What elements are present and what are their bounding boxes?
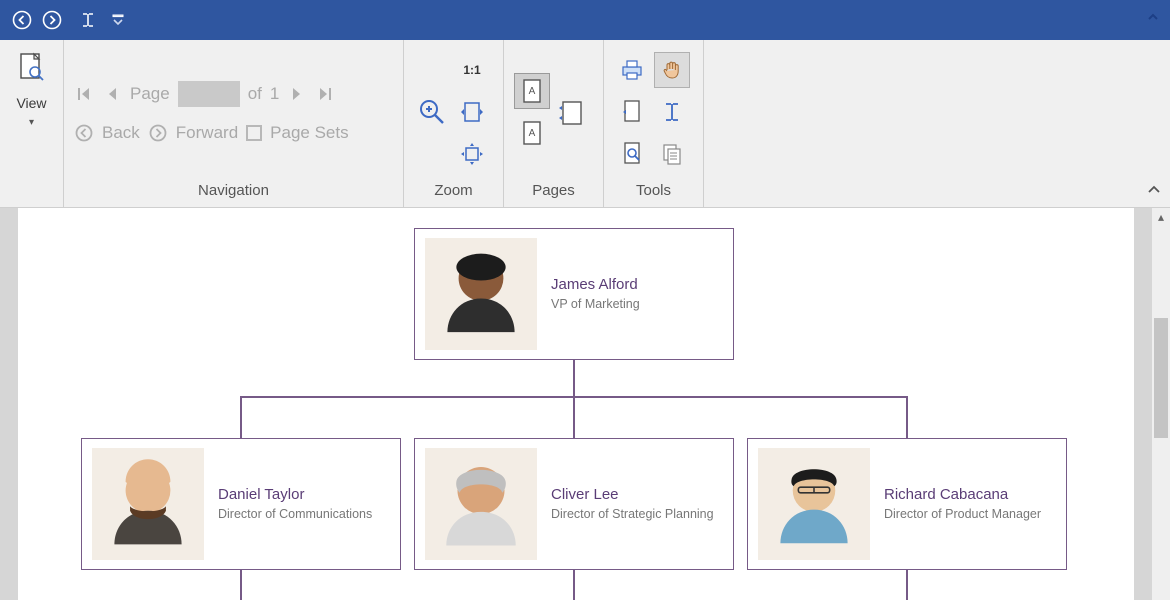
- pan-tool-button[interactable]: [654, 52, 690, 88]
- scroll-thumb[interactable]: [1154, 318, 1168, 438]
- group-label-tools: Tools: [614, 178, 693, 205]
- page-sets-checkbox[interactable]: [246, 125, 262, 141]
- nav-forward-icon[interactable]: [38, 6, 66, 34]
- connector: [906, 396, 908, 438]
- back-label[interactable]: Back: [102, 123, 140, 143]
- continuous-page-button[interactable]: A: [514, 115, 550, 151]
- single-page-button[interactable]: A: [514, 73, 550, 109]
- person-name: Richard Cabacana: [884, 486, 1041, 503]
- zoom-100-button[interactable]: 1:1: [454, 52, 490, 88]
- canvas[interactable]: James Alford VP of Marketing Daniel Tayl…: [18, 208, 1134, 600]
- forward-label[interactable]: Forward: [176, 123, 238, 143]
- connector: [573, 360, 575, 396]
- org-node-child[interactable]: Richard Cabacana Director of Product Man…: [747, 438, 1067, 570]
- page-layout-button[interactable]: [554, 74, 590, 150]
- person-name: James Alford: [551, 276, 640, 293]
- group-label-navigation: Navigation: [74, 178, 393, 205]
- title-bar: [0, 0, 1170, 40]
- forward-icon[interactable]: [148, 123, 168, 143]
- text-select-button[interactable]: [654, 94, 690, 130]
- ribbon-group-zoom: 1:1 Zoom: [404, 40, 504, 207]
- left-gutter: [0, 208, 18, 600]
- copy-button[interactable]: [654, 136, 690, 172]
- page-number-input[interactable]: [178, 81, 240, 107]
- ribbon: View ▾ Page of 1 Back: [0, 40, 1170, 208]
- right-gutter: [1134, 208, 1152, 600]
- history-nav-row: Back Forward Page Sets: [74, 123, 349, 143]
- org-node-child[interactable]: Cliver Lee Director of Strategic Plannin…: [414, 438, 734, 570]
- print-button[interactable]: [614, 52, 650, 88]
- connector: [573, 396, 575, 438]
- page-sets-label[interactable]: Page Sets: [270, 123, 348, 143]
- prev-page-icon[interactable]: [102, 84, 122, 104]
- svg-text:A: A: [529, 128, 536, 139]
- total-pages: 1: [270, 84, 279, 104]
- person-title: VP of Marketing: [551, 297, 640, 313]
- fit-width-button[interactable]: [454, 94, 490, 130]
- text-cursor-icon[interactable]: [74, 6, 102, 34]
- avatar: [425, 238, 537, 350]
- chevron-down-icon: ▾: [29, 117, 34, 128]
- view-label: View: [16, 95, 46, 111]
- vertical-scrollbar[interactable]: ▴: [1152, 208, 1170, 600]
- fit-page-button[interactable]: [454, 136, 490, 172]
- collapse-ribbon-icon[interactable]: [1146, 182, 1162, 203]
- person-name: Daniel Taylor: [218, 486, 372, 503]
- page-nav-row: Page of 1: [74, 81, 349, 107]
- avatar: [92, 448, 204, 560]
- person-title: Director of Product Manager: [884, 507, 1041, 523]
- nav-back-icon[interactable]: [8, 6, 36, 34]
- first-page-icon[interactable]: [74, 84, 94, 104]
- ribbon-group-view: View ▾: [0, 40, 64, 207]
- ribbon-group-pages: A A Pages: [504, 40, 604, 207]
- connector: [573, 570, 575, 600]
- next-page-icon[interactable]: [287, 84, 307, 104]
- connector: [240, 570, 242, 600]
- ribbon-help-icon[interactable]: [1146, 10, 1160, 29]
- last-page-icon[interactable]: [315, 84, 335, 104]
- one-to-one-label: 1:1: [463, 63, 480, 77]
- person-name: Cliver Lee: [551, 486, 714, 503]
- page-preview-icon: [18, 52, 46, 91]
- group-label-pages: Pages: [514, 178, 593, 205]
- scroll-up-icon[interactable]: ▴: [1152, 208, 1170, 226]
- group-label-zoom: Zoom: [414, 178, 493, 205]
- person-title: Director of Strategic Planning: [551, 507, 714, 523]
- svg-text:A: A: [529, 86, 536, 97]
- view-button[interactable]: View ▾: [16, 52, 46, 128]
- back-icon[interactable]: [74, 123, 94, 143]
- connector: [906, 570, 908, 600]
- of-word: of: [248, 84, 262, 104]
- connector: [240, 396, 242, 438]
- page-word: Page: [130, 84, 170, 104]
- org-node-child[interactable]: Daniel Taylor Director of Communications: [81, 438, 401, 570]
- org-node-root[interactable]: James Alford VP of Marketing: [414, 228, 734, 360]
- person-title: Director of Communications: [218, 507, 372, 523]
- ribbon-group-navigation: Page of 1 Back Forward Page Sets Navigat…: [64, 40, 404, 207]
- export-button[interactable]: [614, 94, 650, 130]
- find-button[interactable]: [614, 136, 650, 172]
- zoom-button[interactable]: [414, 74, 450, 150]
- ribbon-group-tools: Tools: [604, 40, 704, 207]
- avatar: [758, 448, 870, 560]
- qat-customize-icon[interactable]: [104, 6, 132, 34]
- avatar: [425, 448, 537, 560]
- document-viewport: James Alford VP of Marketing Daniel Tayl…: [0, 208, 1170, 600]
